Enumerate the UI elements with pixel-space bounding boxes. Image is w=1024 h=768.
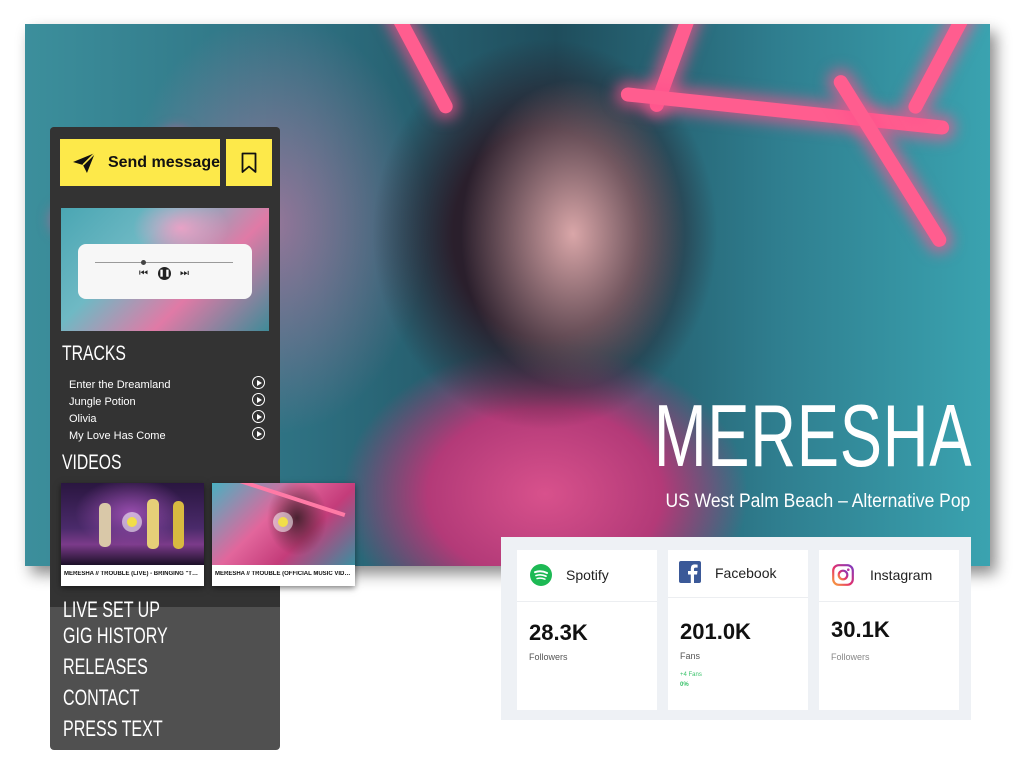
artist-subtitle: US West Palm Beach – Alternative Pop (665, 491, 970, 512)
nav-releases[interactable]: RELEASES (63, 654, 148, 680)
video-card[interactable]: MERESHA // TROUBLE (LIVE) - BRINGING "TR… (61, 483, 204, 586)
next-icon[interactable]: ⏭ (180, 268, 189, 280)
play-circle-icon[interactable] (252, 427, 265, 440)
track-item[interactable]: Jungle Potion (69, 392, 265, 409)
track-title: Enter the Dreamland (69, 379, 171, 391)
performer-figure (99, 503, 111, 547)
play-circle-icon[interactable] (252, 410, 265, 423)
tracks-heading: TRACKS (62, 342, 126, 365)
track-title: My Love Has Come (69, 430, 166, 442)
video-thumbnail (212, 483, 355, 565)
audio-player: ⏮ ❚❚ ⏭ (78, 244, 252, 299)
instagram-label: Instagram (870, 567, 933, 583)
send-message-button[interactable]: Send message (60, 139, 220, 186)
instagram-icon (832, 564, 854, 586)
progress-knob[interactable] (140, 260, 146, 265)
track-title: Jungle Potion (69, 396, 136, 408)
spotify-card[interactable]: Spotify 28.3K Followers (517, 550, 657, 710)
facebook-card[interactable]: Facebook 201.0K Fans +4 Fans 0% (668, 550, 808, 710)
nav-contact[interactable]: CONTACT (63, 685, 139, 711)
video-thumbnail (61, 483, 204, 565)
spotify-followers-label: Followers (529, 652, 568, 662)
videos-heading: VIDEOS (62, 451, 122, 474)
video-card[interactable]: MERESHA // TROUBLE (OFFICIAL MUSIC VIDE.… (212, 483, 355, 586)
facebook-fans-count: 201.0K (680, 619, 751, 644)
pause-icon[interactable]: ❚❚ (158, 267, 171, 280)
nav-live-set-up[interactable]: LIVE SET UP (63, 597, 160, 623)
track-item[interactable]: Enter the Dreamland (69, 375, 265, 392)
instagram-followers-count: 30.1K (831, 617, 890, 642)
bookmark-icon (241, 152, 257, 173)
send-message-label: Send message (107, 153, 220, 171)
facebook-label: Facebook (715, 565, 777, 581)
instagram-followers-label: Followers (831, 652, 870, 662)
neon-light (620, 86, 950, 136)
play-icon[interactable] (273, 512, 293, 532)
player-artwork: ⏮ ❚❚ ⏭ (61, 208, 269, 331)
nav-press-text[interactable]: PRESS TEXT (63, 716, 163, 742)
spotify-icon (530, 564, 552, 586)
neon-light (831, 72, 949, 250)
facebook-card-header: Facebook (668, 550, 808, 598)
bookmark-button[interactable] (226, 139, 272, 186)
neon-light (905, 24, 985, 117)
track-item[interactable]: Olivia (69, 409, 265, 426)
track-title: Olivia (69, 413, 97, 425)
social-stats-panel: Spotify 28.3K Followers Facebook 201.0K … (501, 537, 971, 720)
performer-figure (173, 501, 184, 549)
facebook-fans-delta: +4 Fans (680, 672, 702, 678)
spotify-card-header: Spotify (517, 550, 657, 602)
facebook-fans-label: Fans (680, 651, 701, 661)
facebook-fans-delta-percent: 0% (680, 682, 689, 688)
track-item[interactable]: My Love Has Come (69, 426, 265, 443)
spotify-followers-count: 28.3K (529, 620, 588, 645)
progress-track[interactable] (95, 262, 233, 263)
performer-figure (147, 499, 159, 549)
neon-light (334, 24, 456, 116)
play-circle-icon[interactable] (252, 376, 265, 389)
instagram-card-header: Instagram (819, 550, 959, 602)
nav-gig-history[interactable]: GIG HISTORY (63, 623, 168, 649)
video-caption: MERESHA // TROUBLE (OFFICIAL MUSIC VIDE.… (215, 571, 352, 577)
play-circle-icon[interactable] (252, 393, 265, 406)
play-icon[interactable] (122, 512, 142, 532)
paper-plane-icon (72, 151, 96, 173)
instagram-card[interactable]: Instagram 30.1K Followers (819, 550, 959, 710)
facebook-icon (679, 561, 701, 583)
artist-name: MERESHA (653, 386, 972, 485)
spotify-label: Spotify (566, 567, 609, 583)
video-caption: MERESHA // TROUBLE (LIVE) - BRINGING "TR… (64, 571, 201, 577)
previous-icon[interactable]: ⏮ (139, 268, 148, 280)
